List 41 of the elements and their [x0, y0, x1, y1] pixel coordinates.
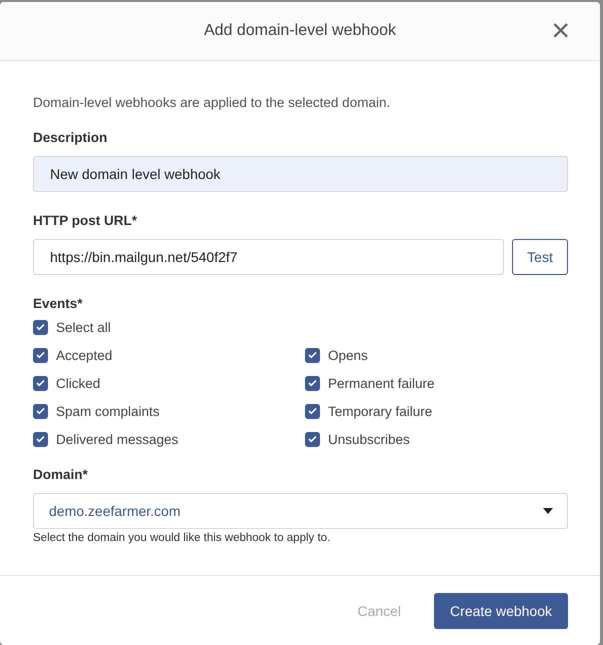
checkmark-icon: [36, 379, 45, 387]
checkmark-icon: [308, 351, 317, 359]
checkbox-label: Select all: [56, 320, 111, 334]
checkmark-icon: [36, 351, 45, 359]
checkmark-icon: [308, 435, 317, 443]
dialog-title: Add domain-level webhook: [204, 22, 396, 40]
create-webhook-button[interactable]: Create webhook: [434, 592, 568, 628]
checkbox-label: Accepted: [56, 348, 112, 362]
checkbox-label: Unsubscribes: [328, 432, 410, 446]
field-label: Description: [33, 130, 108, 145]
checkbox-label: Permanent failure: [328, 376, 435, 390]
checkbox[interactable]: [33, 320, 48, 334]
checkbox[interactable]: [305, 432, 320, 446]
checkbox-label: Opens: [328, 348, 368, 362]
checkbox[interactable]: [305, 404, 320, 418]
checkmark-icon: [36, 407, 45, 415]
checkbox-label: Clicked: [56, 376, 100, 390]
field-label: HTTP post URL*: [33, 213, 138, 228]
close-button[interactable]: ×: [551, 16, 570, 44]
checkbox[interactable]: [33, 348, 48, 362]
description-field[interactable]: New domain level webhook: [33, 156, 568, 192]
checkbox[interactable]: [305, 348, 320, 362]
checkbox-label: Spam complaints: [56, 404, 160, 418]
caret-icon: [543, 508, 553, 514]
domain-select[interactable]: demo.zeefarmer.com: [33, 493, 568, 529]
checkbox[interactable]: [33, 432, 48, 446]
checkmark-icon: [308, 407, 317, 415]
field-label: Domain*: [33, 467, 89, 482]
checkbox[interactable]: [33, 376, 48, 390]
checkmark-icon: [36, 323, 45, 331]
checkbox-label: Delivered messages: [56, 432, 178, 446]
checkbox[interactable]: [305, 376, 320, 390]
intro-text: Domain-level webhooks are applied to the selected domain.: [33, 95, 392, 110]
help-text: Select the domain you would like this webhook to apply to.: [33, 532, 332, 544]
checkmark-icon: [308, 379, 317, 387]
url-field[interactable]: https://bin.mailgun.net/540f2f7: [33, 239, 504, 275]
field-label: Events*: [33, 296, 84, 311]
checkbox[interactable]: [33, 404, 48, 418]
checkbox-label: Temporary failure: [328, 404, 432, 418]
checkmark-icon: [36, 435, 45, 443]
test-button[interactable]: Test: [512, 239, 568, 275]
